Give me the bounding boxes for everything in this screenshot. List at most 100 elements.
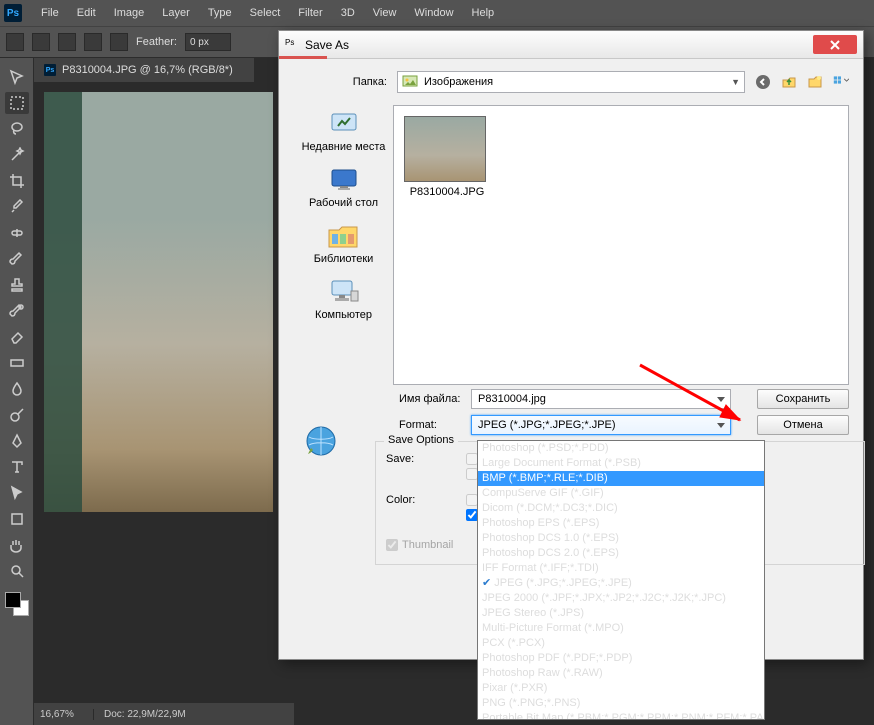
format-option[interactable]: Photoshop (*.PSD;*.PDD) — [478, 441, 764, 456]
doc-info: Doc: 22,9M/22,9M — [94, 709, 186, 720]
chevron-down-icon: ▼ — [731, 77, 740, 87]
folder-combobox[interactable]: Изображения ▼ — [397, 71, 745, 93]
place-libraries[interactable]: Библиотеки — [310, 217, 378, 269]
place-libraries-label: Библиотеки — [314, 253, 374, 265]
back-icon[interactable] — [755, 74, 771, 90]
folder-value: Изображения — [424, 76, 493, 88]
marquee-subtract[interactable] — [84, 33, 102, 51]
tool-preset[interactable] — [6, 33, 24, 51]
menu-edit[interactable]: Edit — [68, 7, 105, 19]
format-option[interactable]: CompuServe GIF (*.GIF) — [478, 486, 764, 501]
new-folder-icon[interactable] — [807, 74, 823, 90]
menu-layer[interactable]: Layer — [153, 7, 199, 19]
place-computer[interactable]: Компьютер — [311, 273, 376, 325]
document-tab-title: P8310004.JPG @ 16,7% (RGB/8*) — [62, 64, 233, 76]
format-option[interactable]: PNG (*.PNG;*.PNS) — [478, 696, 764, 711]
document-canvas[interactable] — [44, 92, 273, 512]
format-option[interactable]: Photoshop EPS (*.EPS) — [478, 516, 764, 531]
format-option[interactable]: IFF Format (*.IFF;*.TDI) — [478, 561, 764, 576]
format-option[interactable]: Photoshop PDF (*.PDF;*.PDP) — [478, 651, 764, 666]
feather-label: Feather: — [136, 36, 177, 48]
move-tool[interactable] — [5, 66, 29, 88]
document-tab[interactable]: Ps P8310004.JPG @ 16,7% (RGB/8*) — [34, 58, 254, 82]
eyedropper-tool[interactable] — [5, 196, 29, 218]
format-option[interactable]: Large Document Format (*.PSB) — [478, 456, 764, 471]
type-tool[interactable] — [5, 456, 29, 478]
format-option[interactable]: JPEG Stereo (*.JPS) — [478, 606, 764, 621]
status-bar: 16,67% Doc: 22,9M/22,9M — [34, 703, 294, 725]
color-swatches[interactable] — [5, 592, 29, 616]
format-option[interactable]: BMP (*.BMP;*.RLE;*.DIB) — [478, 471, 764, 486]
path-select-tool[interactable] — [5, 482, 29, 504]
save-options-title: Save Options — [384, 434, 458, 446]
format-option[interactable]: PCX (*.PCX) — [478, 636, 764, 651]
place-desktop-label: Рабочий стол — [309, 197, 378, 209]
heal-tool[interactable] — [5, 222, 29, 244]
format-label: Format: — [291, 419, 471, 431]
menu-image[interactable]: Image — [105, 7, 154, 19]
menu-select[interactable]: Select — [241, 7, 290, 19]
format-option[interactable]: Photoshop DCS 2.0 (*.EPS) — [478, 546, 764, 561]
format-option[interactable]: Photoshop Raw (*.RAW) — [478, 666, 764, 681]
menu-help[interactable]: Help — [463, 7, 504, 19]
filename-input[interactable]: P8310004.jpg — [471, 389, 731, 409]
menu-bar: Ps File Edit Image Layer Type Select Fil… — [0, 0, 874, 26]
format-option[interactable]: Portable Bit Map (*.PBM;*.PGM;*.PPM;*.PN… — [478, 711, 764, 720]
filename-value: P8310004.jpg — [478, 393, 546, 405]
thumbnail-checkbox: Thumbnail — [386, 539, 453, 551]
shape-tool[interactable] — [5, 508, 29, 530]
close-button[interactable] — [813, 35, 857, 54]
marquee-intersect[interactable] — [110, 33, 128, 51]
crop-tool[interactable] — [5, 170, 29, 192]
marquee-tool[interactable] — [5, 92, 29, 114]
hand-tool[interactable] — [5, 534, 29, 556]
history-brush-tool[interactable] — [5, 300, 29, 322]
menu-type[interactable]: Type — [199, 7, 241, 19]
pen-tool[interactable] — [5, 430, 29, 452]
lasso-tool[interactable] — [5, 118, 29, 140]
format-option[interactable]: Multi-Picture Format (*.MPO) — [478, 621, 764, 636]
blur-tool[interactable] — [5, 378, 29, 400]
menu-view[interactable]: View — [364, 7, 406, 19]
wand-tool[interactable] — [5, 144, 29, 166]
gradient-tool[interactable] — [5, 352, 29, 374]
feather-input[interactable] — [185, 33, 231, 51]
format-option[interactable]: JPEG 2000 (*.JPF;*.JPX;*.JP2;*.J2C;*.J2K… — [478, 591, 764, 606]
place-recent-label: Недавние места — [302, 141, 386, 153]
format-option[interactable]: Photoshop DCS 1.0 (*.EPS) — [478, 531, 764, 546]
app-logo: Ps — [4, 4, 22, 22]
place-recent[interactable]: Недавние места — [298, 105, 390, 157]
format-option[interactable]: ✔ JPEG (*.JPG;*.JPEG;*.JPE) — [478, 576, 764, 591]
format-dropdown[interactable]: Photoshop (*.PSD;*.PDD)Large Document Fo… — [477, 440, 765, 720]
dodge-tool[interactable] — [5, 404, 29, 426]
format-option[interactable]: Pixar (*.PXR) — [478, 681, 764, 696]
eraser-tool[interactable] — [5, 326, 29, 348]
stamp-tool[interactable] — [5, 274, 29, 296]
folder-label: Папка: — [337, 76, 387, 88]
format-combobox[interactable]: JPEG (*.JPG;*.JPEG;*.JPE) — [471, 415, 731, 435]
menu-3d[interactable]: 3D — [332, 7, 364, 19]
zoom-indicator[interactable]: 16,67% — [34, 709, 94, 720]
up-icon[interactable] — [781, 74, 797, 90]
marquee-style[interactable] — [32, 33, 50, 51]
pictures-icon — [402, 73, 418, 92]
menu-filter[interactable]: Filter — [289, 7, 331, 19]
place-desktop[interactable]: Рабочий стол — [305, 161, 382, 213]
places-bar: Недавние места Рабочий стол Библиотеки К… — [291, 105, 396, 385]
file-list[interactable]: P8310004.JPG — [393, 105, 849, 385]
menu-file[interactable]: File — [32, 7, 68, 19]
dialog-titlebar[interactable]: Ps Save As — [279, 31, 863, 59]
zoom-tool[interactable] — [5, 560, 29, 582]
file-thumbnail — [404, 116, 486, 182]
cancel-button[interactable]: Отмена — [757, 415, 849, 435]
filename-label: Имя файла: — [291, 393, 471, 405]
menu-window[interactable]: Window — [405, 7, 462, 19]
tools-panel — [0, 58, 34, 725]
save-button[interactable]: Сохранить — [757, 389, 849, 409]
format-option[interactable]: Dicom (*.DCM;*.DC3;*.DIC) — [478, 501, 764, 516]
brush-tool[interactable] — [5, 248, 29, 270]
marquee-add[interactable] — [58, 33, 76, 51]
view-menu-icon[interactable] — [833, 74, 849, 90]
color-row-label: Color: — [386, 494, 456, 506]
file-item[interactable]: P8310004.JPG — [404, 116, 490, 198]
